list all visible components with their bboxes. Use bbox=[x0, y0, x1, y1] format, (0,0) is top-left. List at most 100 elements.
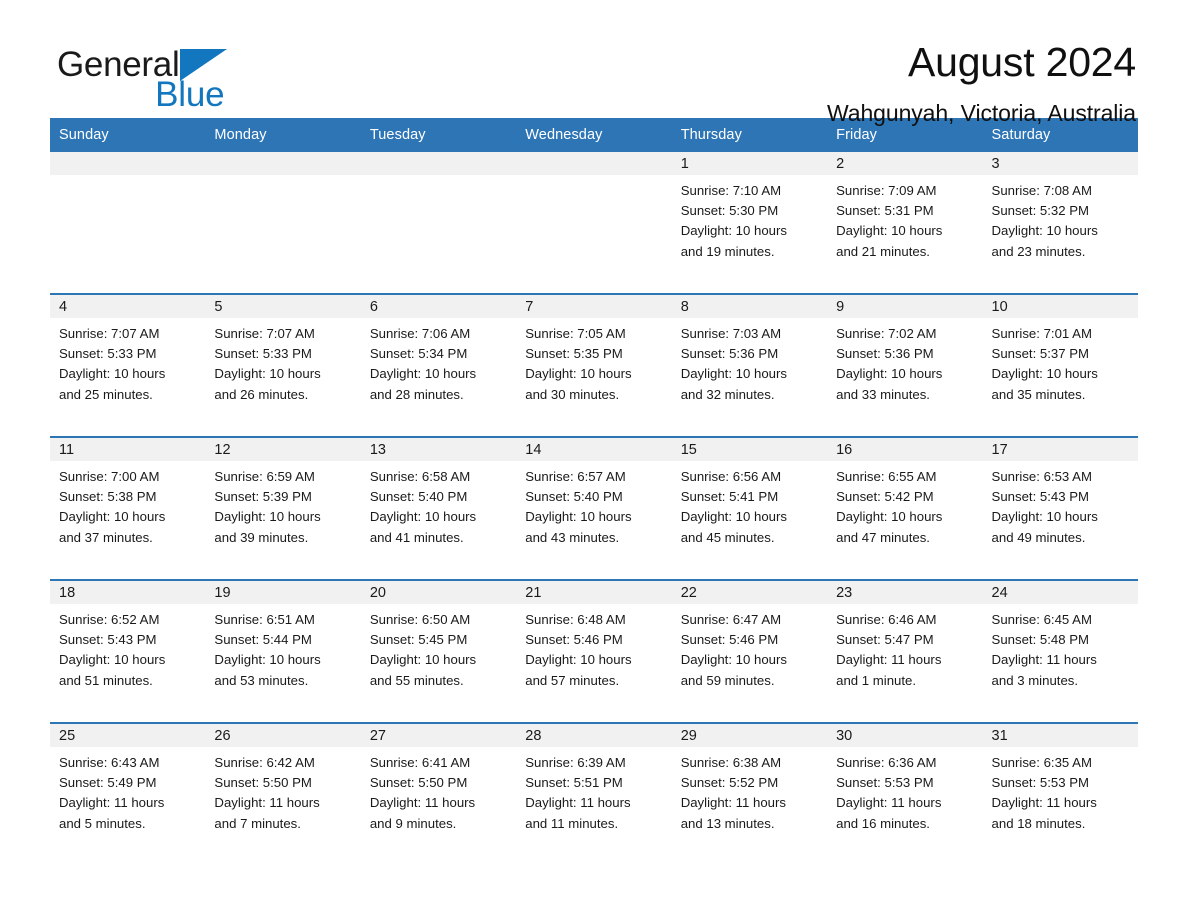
week-spacer bbox=[50, 279, 1138, 294]
calendar-day-cell[interactable]: 29 Sunrise: 6:38 AM Sunset: 5:52 PM Dayligh… bbox=[671, 722, 828, 851]
daylight-duration-line1: Daylight: 11 hours bbox=[59, 795, 165, 811]
calendar-day-cell[interactable]: 30 Sunrise: 6:36 AM Sunset: 5:53 PM Dayligh… bbox=[827, 722, 983, 851]
daylight-duration-line2: and 37 minutes. bbox=[59, 529, 153, 545]
daylight-duration-line2: and 11 minutes. bbox=[525, 815, 619, 831]
calendar-day-cell[interactable]: 1 Sunrise: 7:10 AM Sunset: 5:30 PM Daylight… bbox=[671, 152, 828, 279]
calendar-day-cell[interactable]: 8 Sunrise: 7:03 AM Sunset: 5:36 PM Daylight… bbox=[671, 293, 828, 422]
calendar-day-cell[interactable]: 26 Sunrise: 6:42 AM Sunset: 5:50 PM Dayligh… bbox=[205, 722, 361, 851]
weekday-header-sunday: Sunday bbox=[50, 118, 206, 152]
calendar-day-cell[interactable]: 20 Sunrise: 6:50 AM Sunset: 5:45 PM Dayligh… bbox=[360, 579, 517, 708]
day-number: 20 bbox=[360, 581, 517, 604]
calendar-day-cell[interactable]: 4 Sunrise: 7:07 AM Sunset: 5:33 PM Daylight… bbox=[50, 293, 206, 422]
daylight-duration-line1: Daylight: 10 hours bbox=[991, 366, 1098, 382]
weekday-header-tuesday: Tuesday bbox=[360, 118, 517, 152]
day-details: Sunrise: 7:08 AM Sunset: 5:32 PM Daylight:… bbox=[982, 175, 1138, 279]
sunrise-time: Sunrise: 6:35 AM bbox=[991, 755, 1092, 770]
daylight-duration-line1: Daylight: 10 hours bbox=[369, 652, 477, 668]
calendar-day-cell[interactable]: 22 Sunrise: 6:47 AM Sunset: 5:46 PM Dayligh… bbox=[671, 579, 828, 708]
daylight-duration-line2: and 47 minutes. bbox=[836, 529, 930, 545]
day-number: 21 bbox=[516, 581, 672, 604]
calendar-day-cell[interactable]: 13 Sunrise: 6:58 AM Sunset: 5:40 PM Dayligh… bbox=[360, 436, 517, 565]
sunset-time: Sunset: 5:37 PM bbox=[991, 346, 1090, 362]
calendar-day-cell[interactable]: 27 Sunrise: 6:41 AM Sunset: 5:50 PM Dayligh… bbox=[360, 722, 517, 851]
calendar-day-cell-empty bbox=[50, 152, 206, 279]
calendar-day-cell[interactable]: 18 Sunrise: 6:52 AM Sunset: 5:43 PM Dayligh… bbox=[50, 579, 206, 708]
daylight-duration-line1: Daylight: 10 hours bbox=[369, 509, 477, 525]
calendar-day-cell[interactable]: 12 Sunrise: 6:59 AM Sunset: 5:39 PM Dayligh… bbox=[205, 436, 361, 565]
day-details: Sunrise: 7:02 AM Sunset: 5:36 PM Daylight:… bbox=[827, 318, 983, 422]
sunset-time: Sunset: 5:34 PM bbox=[369, 346, 468, 362]
daylight-duration-line2: and 26 minutes. bbox=[214, 386, 309, 402]
daylight-duration-line2: and 33 minutes. bbox=[836, 386, 930, 402]
sunset-time: Sunset: 5:42 PM bbox=[836, 489, 934, 505]
daylight-duration-line1: Daylight: 10 hours bbox=[680, 366, 787, 382]
day-details: Sunrise: 7:00 AM Sunset: 5:38 PM Daylight:… bbox=[50, 461, 206, 565]
calendar-day-cell[interactable]: 9 Sunrise: 7:02 AM Sunset: 5:36 PM Daylight… bbox=[827, 293, 983, 422]
sunset-time: Sunset: 5:33 PM bbox=[214, 346, 312, 362]
calendar-day-cell[interactable]: 28 Sunrise: 6:39 AM Sunset: 5:51 PM Dayligh… bbox=[516, 722, 672, 851]
calendar-day-cell[interactable]: 25 Sunrise: 6:43 AM Sunset: 5:49 PM Dayligh… bbox=[50, 722, 206, 851]
calendar-day-cell[interactable]: 21 Sunrise: 6:48 AM Sunset: 5:46 PM Dayligh… bbox=[516, 579, 672, 708]
sunrise-time: Sunrise: 6:38 AM bbox=[680, 755, 782, 770]
sunrise-time: Sunrise: 6:47 AM bbox=[680, 612, 782, 627]
calendar-day-cell[interactable]: 19 Sunrise: 6:51 AM Sunset: 5:44 PM Dayligh… bbox=[205, 579, 361, 708]
daylight-duration-line2: and 41 minutes. bbox=[369, 529, 464, 545]
calendar-week-row: 4 Sunrise: 7:07 AM Sunset: 5:33 PM Daylight… bbox=[50, 293, 1138, 422]
day-number: 9 bbox=[827, 295, 983, 318]
calendar-day-cell[interactable]: 15 Sunrise: 6:56 AM Sunset: 5:41 PM Dayligh… bbox=[671, 436, 828, 565]
sunrise-time: Sunrise: 6:41 AM bbox=[369, 755, 471, 770]
page-title: August 2024 bbox=[907, 39, 1136, 85]
calendar-day-cell[interactable]: 5 Sunrise: 7:07 AM Sunset: 5:33 PM Daylight… bbox=[205, 293, 361, 422]
week-spacer bbox=[50, 565, 1138, 580]
day-number: 25 bbox=[50, 724, 206, 747]
sunset-time: Sunset: 5:31 PM bbox=[836, 203, 934, 219]
sunset-time: Sunset: 5:50 PM bbox=[214, 775, 312, 791]
daylight-duration-line2: and 57 minutes. bbox=[525, 672, 620, 688]
sunrise-time: Sunrise: 6:39 AM bbox=[525, 755, 626, 770]
calendar-day-cell[interactable]: 6 Sunrise: 7:06 AM Sunset: 5:34 PM Daylight… bbox=[360, 293, 517, 422]
calendar-day-cell[interactable]: 31 Sunrise: 6:35 AM Sunset: 5:53 PM Dayligh… bbox=[982, 722, 1138, 851]
sunset-time: Sunset: 5:43 PM bbox=[991, 489, 1090, 505]
sunrise-time: Sunrise: 6:51 AM bbox=[214, 612, 315, 627]
daylight-duration-line1: Daylight: 10 hours bbox=[59, 366, 166, 382]
location-subtitle: Wahgunyah, Victoria, Australia bbox=[827, 100, 1136, 127]
day-details: Sunrise: 6:51 AM Sunset: 5:44 PM Daylight:… bbox=[205, 604, 361, 708]
calendar-day-cell[interactable]: 11 Sunrise: 7:00 AM Sunset: 5:38 PM Dayligh… bbox=[50, 436, 206, 565]
sunset-time: Sunset: 5:51 PM bbox=[525, 775, 623, 791]
calendar-day-cell[interactable]: 24 Sunrise: 6:45 AM Sunset: 5:48 PM Dayligh… bbox=[982, 579, 1138, 708]
sunrise-time: Sunrise: 7:09 AM bbox=[836, 183, 937, 198]
daylight-duration-line2: and 32 minutes. bbox=[680, 386, 775, 402]
calendar-day-cell[interactable]: 14 Sunrise: 6:57 AM Sunset: 5:40 PM Dayligh… bbox=[516, 436, 672, 565]
calendar-day-cell-empty bbox=[516, 152, 672, 279]
calendar-week-row: 11 Sunrise: 7:00 AM Sunset: 5:38 PM Dayligh… bbox=[50, 436, 1138, 565]
day-number: 19 bbox=[205, 581, 361, 604]
day-number: 3 bbox=[982, 152, 1138, 175]
day-number: 22 bbox=[671, 581, 828, 604]
calendar-day-cell[interactable]: 17 Sunrise: 6:53 AM Sunset: 5:43 PM Dayligh… bbox=[982, 436, 1138, 565]
daylight-duration-line1: Daylight: 10 hours bbox=[59, 509, 166, 525]
sunset-time: Sunset: 5:46 PM bbox=[680, 632, 779, 648]
day-number: 31 bbox=[982, 724, 1138, 747]
day-number: 1 bbox=[671, 152, 828, 175]
calendar-day-cell[interactable]: 2 Sunrise: 7:09 AM Sunset: 5:31 PM Daylight… bbox=[827, 152, 983, 279]
sunset-time: Sunset: 5:50 PM bbox=[369, 775, 468, 791]
calendar-day-cell[interactable]: 23 Sunrise: 6:46 AM Sunset: 5:47 PM Dayligh… bbox=[827, 579, 983, 708]
sunrise-sunset-calendar: Sunday Monday Tuesday Wednesday Thursday… bbox=[50, 118, 1138, 851]
calendar-day-cell[interactable]: 3 Sunrise: 7:08 AM Sunset: 5:32 PM Daylight… bbox=[982, 152, 1138, 279]
day-details: Sunrise: 6:55 AM Sunset: 5:42 PM Daylight:… bbox=[827, 461, 983, 565]
daylight-duration-line2: and 21 minutes. bbox=[836, 243, 930, 259]
calendar-day-cell-empty bbox=[205, 152, 361, 279]
day-number: 7 bbox=[516, 295, 672, 318]
daylight-duration-line1: Daylight: 10 hours bbox=[836, 509, 943, 525]
day-details: Sunrise: 6:48 AM Sunset: 5:46 PM Daylight:… bbox=[516, 604, 672, 708]
sunrise-time: Sunrise: 7:01 AM bbox=[991, 326, 1092, 341]
day-number bbox=[205, 152, 361, 175]
sunset-time: Sunset: 5:47 PM bbox=[836, 632, 934, 648]
sunrise-time: Sunrise: 6:45 AM bbox=[991, 612, 1092, 627]
day-details: Sunrise: 6:41 AM Sunset: 5:50 PM Daylight:… bbox=[360, 747, 517, 851]
day-details: Sunrise: 6:43 AM Sunset: 5:49 PM Daylight:… bbox=[50, 747, 206, 851]
day-details: Sunrise: 7:05 AM Sunset: 5:35 PM Daylight:… bbox=[516, 318, 672, 422]
calendar-day-cell[interactable]: 16 Sunrise: 6:55 AM Sunset: 5:42 PM Dayligh… bbox=[827, 436, 983, 565]
calendar-day-cell[interactable]: 10 Sunrise: 7:01 AM Sunset: 5:37 PM Dayligh… bbox=[982, 293, 1138, 422]
calendar-day-cell[interactable]: 7 Sunrise: 7:05 AM Sunset: 5:35 PM Daylight… bbox=[516, 293, 672, 422]
